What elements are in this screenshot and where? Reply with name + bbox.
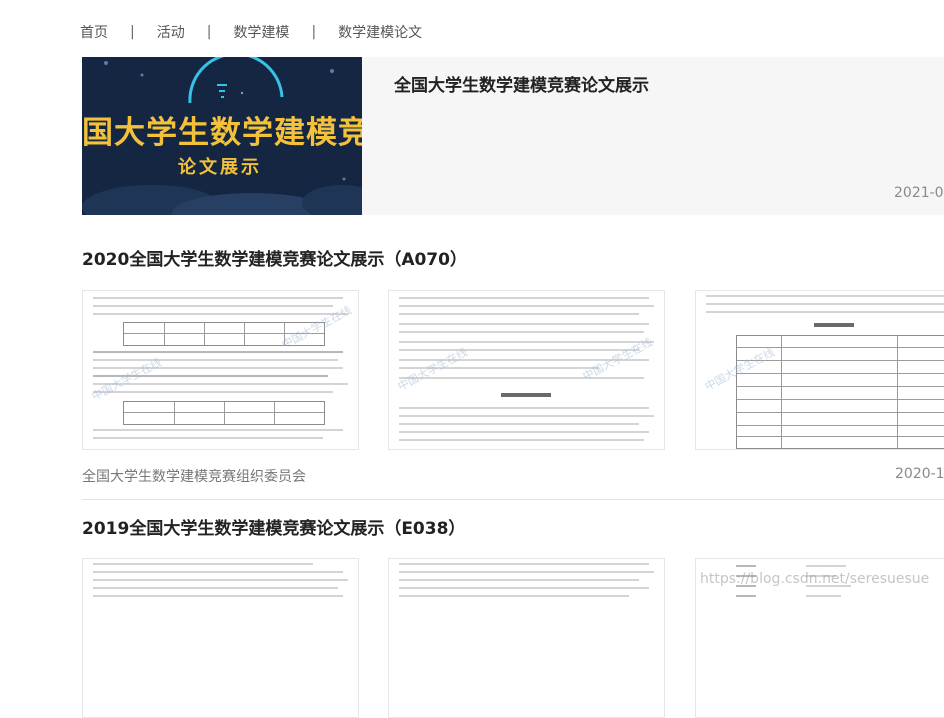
thumbnail-watermark: 中国大学生在线 — [89, 355, 164, 404]
paper-thumbnail[interactable]: 中国大学生在线 中国大学生在线 — [388, 290, 665, 450]
breadcrumb-home[interactable]: 首页 — [80, 22, 108, 42]
breadcrumb-separator: | — [206, 24, 212, 40]
breadcrumb-math-modeling-papers[interactable]: 数学建模论文 — [338, 22, 422, 42]
featured-title[interactable]: 全国大学生数学建模竞赛论文展示 — [394, 71, 649, 96]
breadcrumb-separator: | — [130, 24, 135, 40]
paper-thumbnail[interactable] — [82, 558, 359, 718]
thumbnail-heading — [501, 393, 551, 397]
section-title[interactable]: 2019全国大学生数学建模竞赛论文展示（E038） — [82, 514, 465, 539]
paper-thumbnail[interactable] — [388, 558, 665, 718]
section-author: 全国大学生数学建模竞赛组织委员会 — [82, 469, 306, 485]
url-watermark: https://blog.csdn.net/seresuesue — [700, 571, 930, 587]
breadcrumb-activity[interactable]: 活动 — [157, 22, 185, 42]
thumbnail-heading — [814, 323, 854, 327]
featured-date: 2021-07 — [894, 185, 944, 201]
paper-thumbnail[interactable]: 中国大学生在线 — [695, 290, 944, 450]
banner-title: 国大学生数学建模竞 — [82, 115, 362, 151]
breadcrumb: 首页 | 活动 | 数学建模 | 数学建模论文 — [80, 21, 422, 43]
paper-thumbnail[interactable]: 中国大学生在线 中国大学生在线 — [82, 290, 359, 450]
breadcrumb-math-modeling[interactable]: 数学建模 — [233, 22, 289, 42]
featured-banner-image[interactable]: 国大学生数学建模竞 论文展示 — [82, 57, 362, 215]
section-date: 2020-11 — [895, 466, 944, 482]
section-title[interactable]: 2020全国大学生数学建模竞赛论文展示（A070） — [82, 245, 467, 270]
thumbnail-watermark: 中国大学生在线 — [395, 345, 470, 394]
featured-card[interactable]: 国大学生数学建模竞 论文展示 全国大学生数学建模竞赛论文展示 2021-07 — [82, 57, 944, 215]
breadcrumb-separator: | — [311, 24, 317, 40]
divider — [82, 499, 944, 500]
banner-subtitle: 论文展示 — [178, 157, 262, 178]
